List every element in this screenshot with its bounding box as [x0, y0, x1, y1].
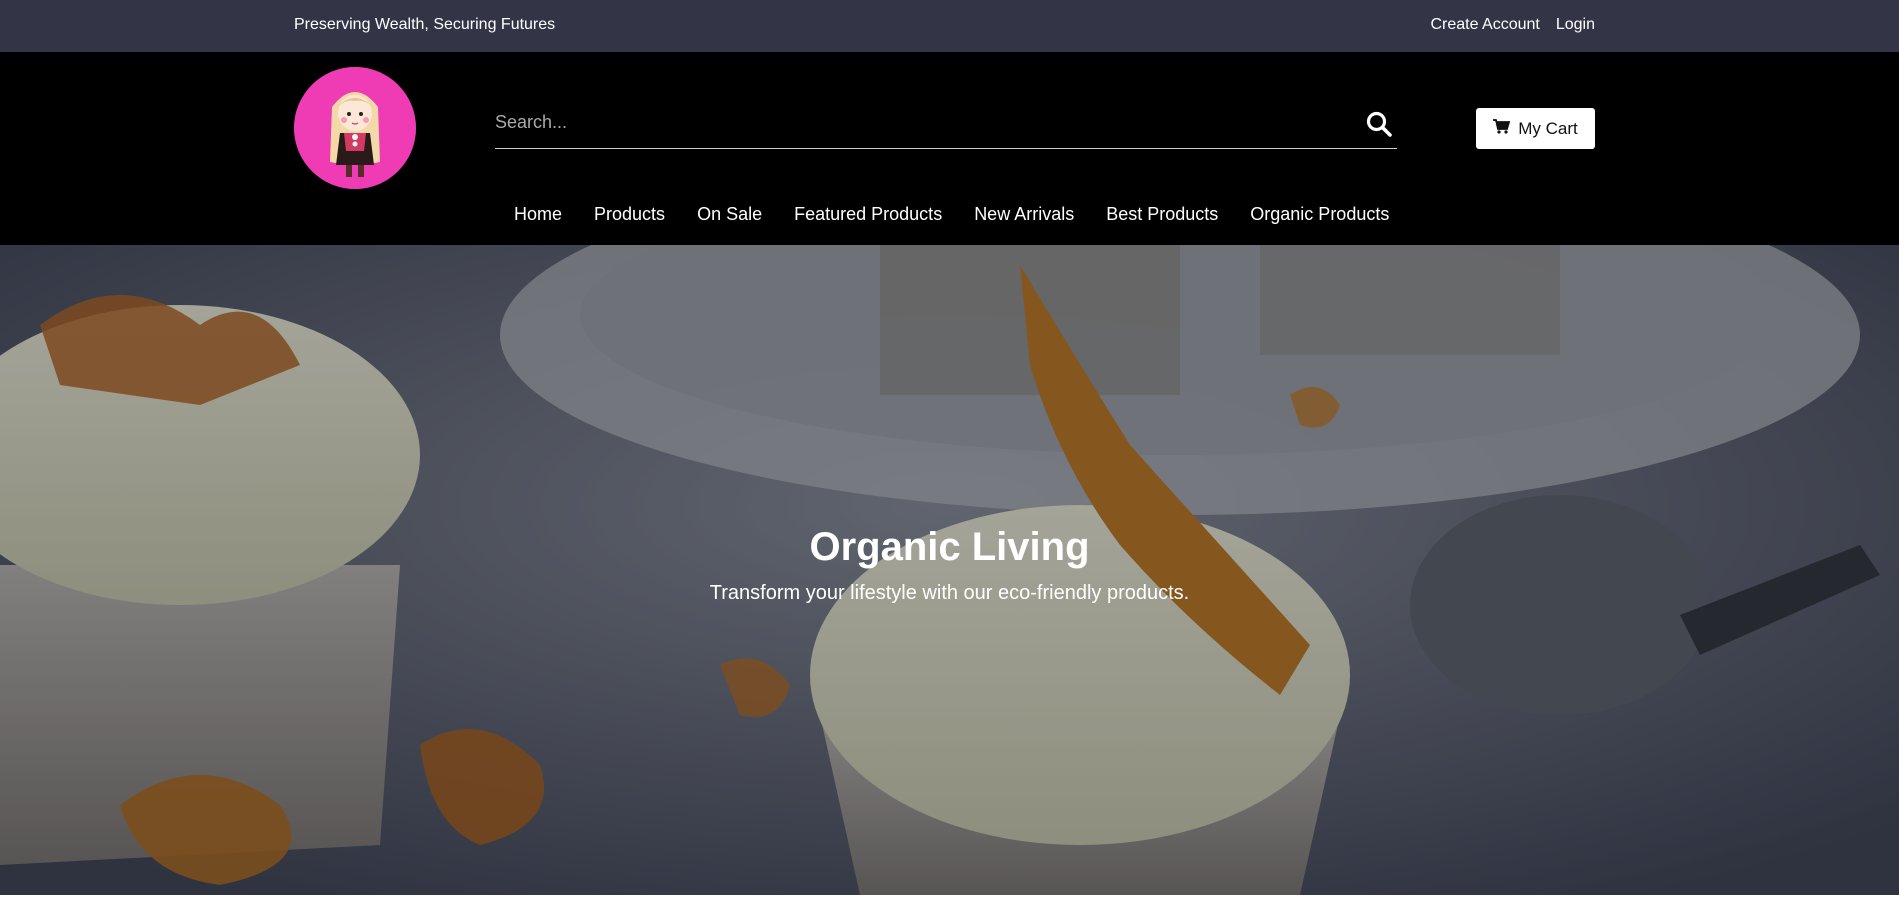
girl-mascot-logo-icon — [294, 67, 416, 189]
top-bar: Preserving Wealth, Securing Futures Crea… — [0, 0, 1899, 52]
search-icon[interactable] — [1361, 106, 1397, 142]
search-input[interactable] — [495, 104, 1335, 140]
site-logo[interactable] — [294, 67, 416, 189]
hero-title: Organic Living — [809, 525, 1090, 569]
hero-overlay — [0, 245, 1899, 895]
nav-item-home[interactable]: Home — [514, 204, 562, 225]
nav-item-on-sale[interactable]: On Sale — [697, 204, 762, 225]
my-cart-label: My Cart — [1518, 118, 1578, 138]
content-area — [0, 895, 1899, 918]
search-bar — [495, 96, 1397, 149]
nav-item-products[interactable]: Products — [594, 204, 665, 225]
main-nav: Home Products On Sale Featured Products … — [514, 204, 1389, 225]
nav-item-organic-products[interactable]: Organic Products — [1250, 204, 1389, 225]
my-cart-button[interactable]: My Cart — [1476, 108, 1595, 149]
create-account-link[interactable]: Create Account — [1430, 16, 1539, 34]
hero-subtitle: Transform your lifestyle with our eco-fr… — [709, 582, 1190, 604]
account-links: Create Account Login — [1430, 16, 1595, 34]
nav-item-new-arrivals[interactable]: New Arrivals — [974, 204, 1074, 225]
login-link[interactable]: Login — [1556, 16, 1595, 34]
hero-banner: Organic Living Transform your lifestyle … — [0, 245, 1899, 895]
site-header: My Cart Home Products On Sale Featured P… — [0, 52, 1899, 245]
cart-icon — [1493, 118, 1511, 139]
nav-item-best-products[interactable]: Best Products — [1106, 204, 1218, 225]
nav-item-featured-products[interactable]: Featured Products — [794, 204, 942, 225]
tagline: Preserving Wealth, Securing Futures — [294, 16, 556, 33]
